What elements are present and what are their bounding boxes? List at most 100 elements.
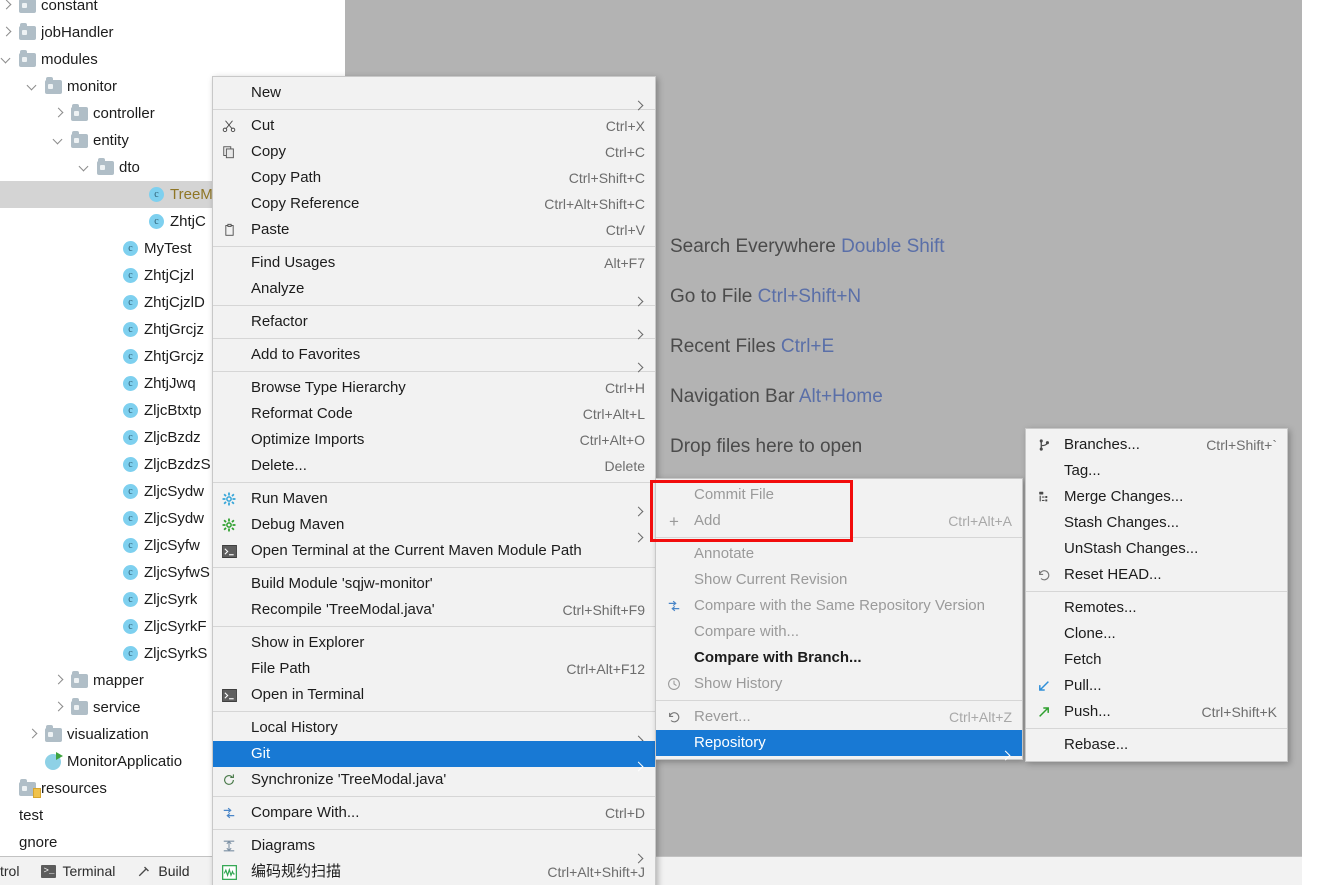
menu-item-rebase[interactable]: Rebase... <box>1026 732 1287 758</box>
menu-item-debug-maven[interactable]: Debug Maven <box>213 512 655 538</box>
menu-item-open-in-terminal[interactable]: Open in Terminal <box>213 682 655 708</box>
menu-item-tag[interactable]: Tag... <box>1026 458 1287 484</box>
menu-item-remotes[interactable]: Remotes... <box>1026 595 1287 621</box>
menu-item-compare-with-branch[interactable]: Compare with Branch... <box>656 645 1022 671</box>
menu-item-label: Fetch <box>1064 651 1102 668</box>
menu-item-label: Analyze <box>251 280 305 297</box>
menu-item-label: UnStash Changes... <box>1064 540 1199 557</box>
status-bar-item-build[interactable]: Build <box>137 863 190 879</box>
chevron-down-icon[interactable] <box>78 161 91 174</box>
menu-item-merge-changes[interactable]: Merge Changes... <box>1026 484 1287 510</box>
menu-item-add-to-favorites[interactable]: Add to Favorites <box>213 342 655 368</box>
editor-hint-label: Search Everywhere <box>670 236 842 257</box>
menu-item-repository[interactable]: Repository <box>656 730 1022 756</box>
menu-item-unstash-changes[interactable]: UnStash Changes... <box>1026 536 1287 562</box>
menu-item-show-in-explorer[interactable]: Show in Explorer <box>213 630 655 656</box>
chevron-right-icon[interactable] <box>52 107 65 120</box>
menu-item-copy-path[interactable]: Copy Path Ctrl+Shift+C <box>213 165 655 191</box>
menu-item-[interactable]: 编码规约扫描 Ctrl+Alt+Shift+J <box>213 859 655 885</box>
editor-hint-label: Navigation Bar <box>670 386 799 407</box>
status-bar-item-trol[interactable]: trol <box>0 863 19 879</box>
menu-item-label: Local History <box>251 719 338 736</box>
java-class-icon: c <box>123 403 138 418</box>
menu-item-build-module-sqjw-monitor[interactable]: Build Module 'sqjw-monitor' <box>213 571 655 597</box>
menu-item-clone[interactable]: Clone... <box>1026 621 1287 647</box>
resources-badge-icon <box>33 787 41 798</box>
tree-item-label: ZhtjGrcjz <box>144 348 204 365</box>
menu-item-synchronize-treemodal-java[interactable]: Synchronize 'TreeModal.java' <box>213 767 655 793</box>
merge-icon <box>1034 490 1054 504</box>
chevron-right-icon[interactable] <box>0 26 13 39</box>
menu-item-commit-file: Commit File <box>656 482 1022 508</box>
tree-item-modules[interactable]: modules <box>0 46 345 73</box>
menu-item-file-path[interactable]: File Path Ctrl+Alt+F12 <box>213 656 655 682</box>
chevron-right-icon[interactable] <box>52 674 65 687</box>
status-bar-item-terminal[interactable]: >_ Terminal <box>41 863 115 879</box>
tree-item-constant[interactable]: constant <box>0 0 345 19</box>
menu-item-label: Paste <box>251 221 290 238</box>
menu-item-stash-changes[interactable]: Stash Changes... <box>1026 510 1287 536</box>
editor-hint-row: Search Everywhere Double Shift <box>670 222 1090 272</box>
tree-item-label: dto <box>119 159 140 176</box>
menu-item-label: File Path <box>251 660 311 677</box>
java-class-icon: c <box>123 268 138 283</box>
menu-item-copy[interactable]: Copy Ctrl+C <box>213 139 655 165</box>
menu-item-diagrams[interactable]: Diagrams <box>213 833 655 859</box>
tree-item-label: modules <box>41 51 98 68</box>
menu-item-run-maven[interactable]: Run Maven <box>213 486 655 512</box>
menu-item-new[interactable]: New <box>213 80 655 106</box>
chevron-right-icon[interactable] <box>0 0 13 12</box>
menu-item-browse-type-hierarchy[interactable]: Browse Type Hierarchy Ctrl+H <box>213 375 655 401</box>
menu-item-optimize-imports[interactable]: Optimize Imports Ctrl+Alt+O <box>213 427 655 453</box>
menu-separator <box>213 626 655 627</box>
undo-icon <box>664 710 684 724</box>
menu-item-add: + Add Ctrl+Alt+A <box>656 508 1022 534</box>
menu-item-show-current-revision: Show Current Revision <box>656 567 1022 593</box>
status-bar-item-label: Build <box>158 863 190 879</box>
menu-separator <box>213 711 655 712</box>
clock-icon <box>664 677 684 691</box>
menu-item-recompile-treemodal-java[interactable]: Recompile 'TreeModal.java' Ctrl+Shift+F9 <box>213 597 655 623</box>
menu-item-find-usages[interactable]: Find Usages Alt+F7 <box>213 250 655 276</box>
tree-item-jobhandler[interactable]: jobHandler <box>0 19 345 46</box>
file-context-menu[interactable]: New Cut Ctrl+X Copy Ctrl+C Copy Path Ctrl+Shif… <box>212 76 656 885</box>
menu-item-delete[interactable]: Delete... Delete <box>213 453 655 479</box>
menu-item-git[interactable]: Git <box>213 741 655 767</box>
menu-item-local-history[interactable]: Local History <box>213 715 655 741</box>
menu-item-compare-with[interactable]: Compare With... Ctrl+D <box>213 800 655 826</box>
chevron-down-icon[interactable] <box>0 53 13 66</box>
menu-item-cut[interactable]: Cut Ctrl+X <box>213 113 655 139</box>
menu-item-pull[interactable]: Pull... <box>1026 673 1287 699</box>
status-bar-item-label: trol <box>0 863 20 879</box>
menu-item-copy-reference[interactable]: Copy Reference Ctrl+Alt+Shift+C <box>213 191 655 217</box>
editor-hint-row: Recent Files Ctrl+E <box>670 322 1090 372</box>
tree-item-label: ZhtjCjzl <box>144 267 195 284</box>
menu-item-open-terminal-at-the-current-maven-module-path[interactable]: Open Terminal at the Current Maven Modul… <box>213 538 655 564</box>
editor-hint-shortcut: Ctrl+Shift+N <box>757 286 862 307</box>
menu-item-reformat-code[interactable]: Reformat Code Ctrl+Alt+L <box>213 401 655 427</box>
chevron-right-icon[interactable] <box>52 701 65 714</box>
repository-submenu[interactable]: Branches... Ctrl+Shift+` Tag... Merge Chang… <box>1025 428 1288 762</box>
chevron-right-icon[interactable] <box>26 728 39 741</box>
git-submenu[interactable]: Commit File + Add Ctrl+Alt+A Annotate Show Cu… <box>655 478 1023 760</box>
menu-item-paste[interactable]: Paste Ctrl+V <box>213 217 655 243</box>
menu-item-analyze[interactable]: Analyze <box>213 276 655 302</box>
chevron-down-icon[interactable] <box>52 134 65 147</box>
menu-item-shortcut: Ctrl+Shift+C <box>568 170 645 186</box>
menu-item-refactor[interactable]: Refactor <box>213 309 655 335</box>
menu-item-label: Copy <box>251 143 287 160</box>
menu-item-push[interactable]: Push... Ctrl+Shift+K <box>1026 699 1287 725</box>
menu-separator <box>1026 591 1287 592</box>
menu-item-branches[interactable]: Branches... Ctrl+Shift+` <box>1026 432 1287 458</box>
menu-item-reset-head[interactable]: Reset HEAD... <box>1026 562 1287 588</box>
menu-item-label: Branches... <box>1064 436 1140 453</box>
menu-item-fetch[interactable]: Fetch <box>1026 647 1287 673</box>
chevron-down-icon[interactable] <box>26 80 39 93</box>
menu-item-label: Git <box>251 745 271 762</box>
